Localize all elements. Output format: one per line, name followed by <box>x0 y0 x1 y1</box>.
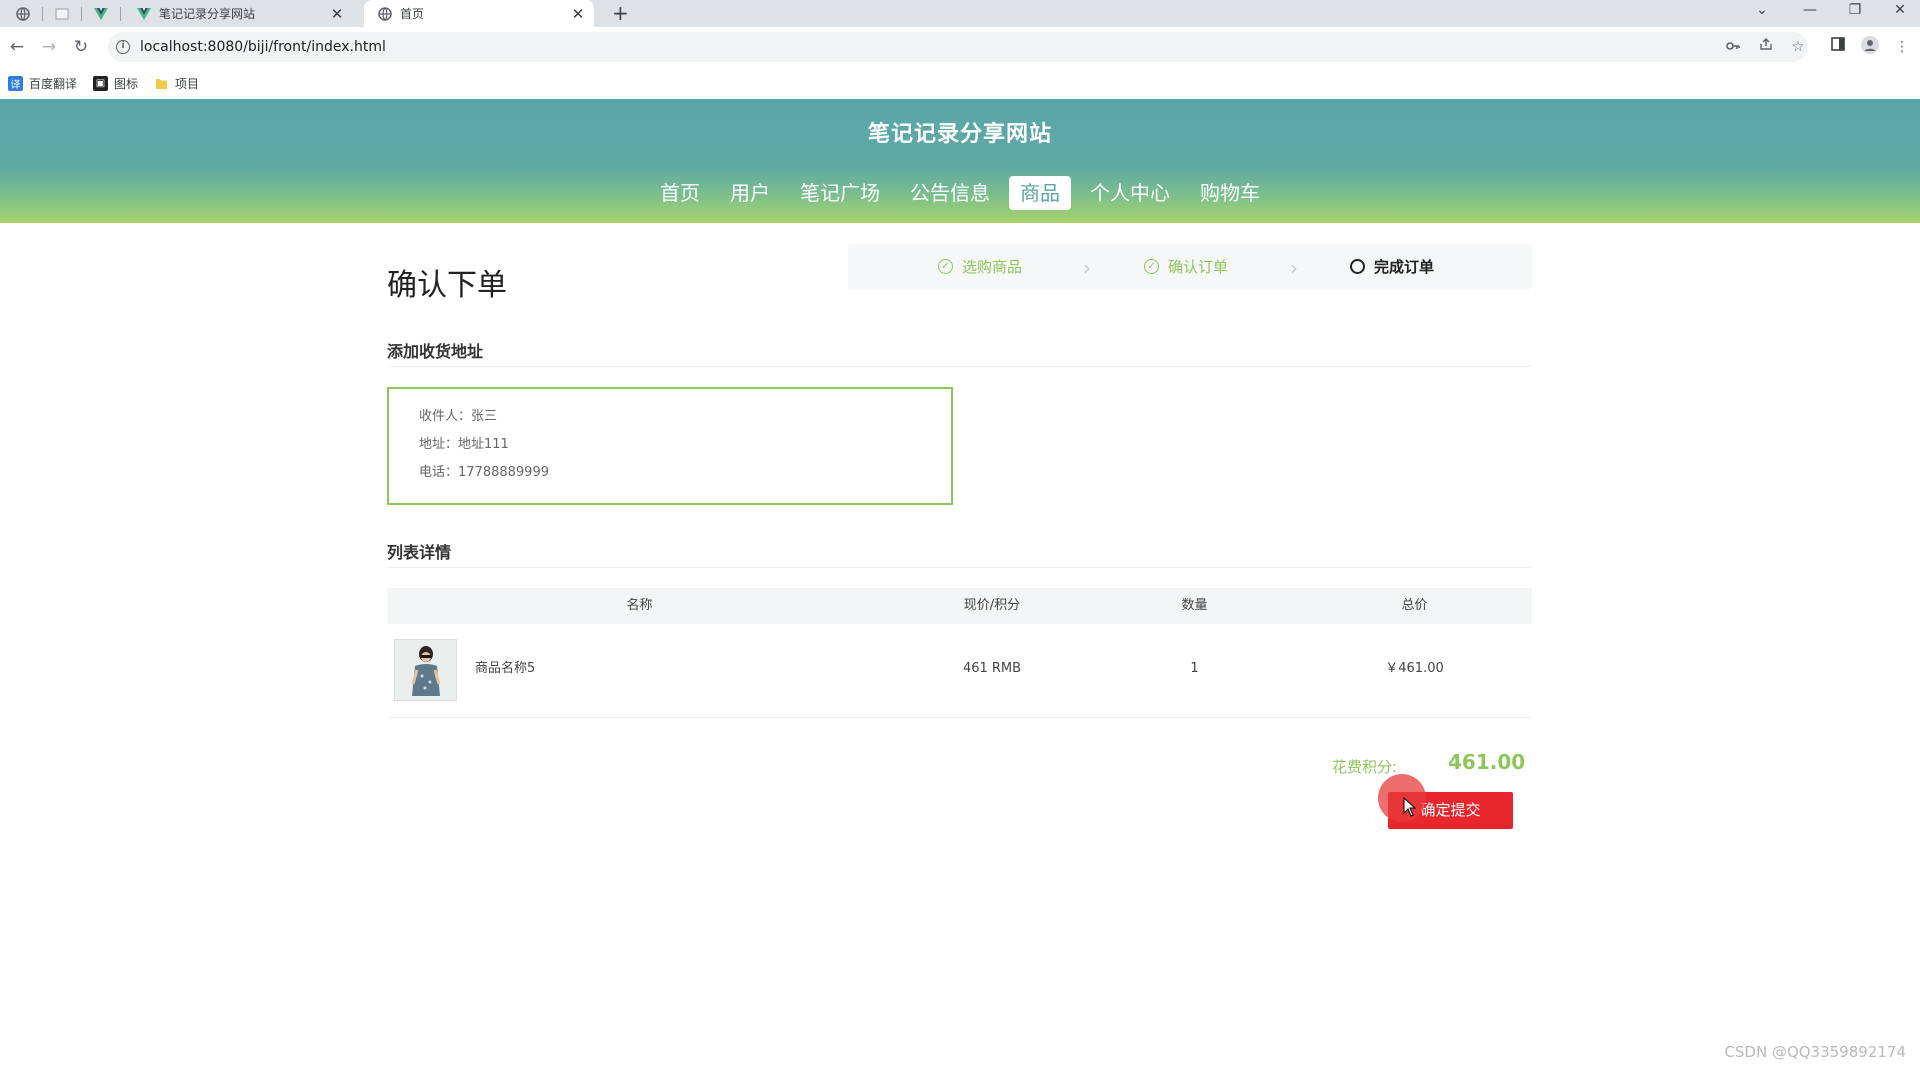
close-tab-icon[interactable]: ✕ <box>568 5 588 23</box>
check-circle-icon: ✓ <box>1144 259 1159 274</box>
bookmark-label: 图标 <box>114 77 139 91</box>
divider <box>387 567 1532 568</box>
phone-line: 电话：17788889999 <box>419 465 549 480</box>
order-steps: ✓ 选购商品 › ✓ 确认订单 › 完成订单 <box>848 244 1532 289</box>
recipient-line: 收件人：张三 <box>419 409 498 424</box>
nav-announcements[interactable]: 公告信息 <box>899 176 1001 210</box>
step-select-products: ✓ 选购商品 <box>938 244 1022 289</box>
spend-points-value: 461.00 <box>1448 750 1526 774</box>
main-nav: 首页 用户 笔记广场 公告信息 商品 个人中心 购物车 <box>0 176 1920 210</box>
divider <box>387 366 1532 367</box>
key-icon[interactable] <box>1722 36 1744 58</box>
product-thumbnail[interactable] <box>394 639 457 701</box>
pinned-tab-3[interactable] <box>84 0 118 27</box>
product-price: 461 RMB <box>962 661 1022 676</box>
bookmark-image-icon: ▣ <box>93 76 109 91</box>
empty-circle-icon <box>1350 259 1365 274</box>
tab-notes-site[interactable]: 笔记记录分享网站 ✕ <box>123 0 353 27</box>
chevron-right-icon: › <box>1290 256 1298 280</box>
browser-toolbar: ← → ↻ i localhost:8080/biji/front/index.… <box>0 27 1920 68</box>
table-header: 名称 现价/积分 数量 总价 <box>387 588 1532 624</box>
browser-tab-strip: 笔记记录分享网站 ✕ 首页 ✕ + ⌄ — ❐ ✕ <box>0 0 1920 27</box>
new-tab-button[interactable]: + <box>612 0 629 27</box>
chevron-right-icon: › <box>1083 256 1091 280</box>
site-info-icon[interactable]: i <box>116 40 130 54</box>
bookmark-folder-project[interactable]: 项目 <box>154 75 199 92</box>
close-tab-icon[interactable]: ✕ <box>327 5 347 23</box>
spend-points-label: 花费积分: <box>1332 758 1398 776</box>
tab-search-chevron-icon[interactable]: ⌄ <box>1742 0 1782 22</box>
pinned-tab-1[interactable] <box>6 0 40 27</box>
tab-label: 首页 <box>400 7 425 21</box>
site-header: 笔记记录分享网站 首页 用户 笔记广场 公告信息 商品 个人中心 购物车 <box>0 99 1920 223</box>
vue-logo-icon <box>94 7 108 21</box>
nav-users[interactable]: 用户 <box>719 176 781 210</box>
step-label: 完成订单 <box>1374 258 1435 276</box>
step-label: 选购商品 <box>962 258 1023 276</box>
tab-label: 笔记记录分享网站 <box>159 7 256 21</box>
address-section-title: 添加收货地址 <box>387 342 484 361</box>
col-price: 现价/积分 <box>963 598 1021 613</box>
translate-icon: 译 <box>8 76 23 91</box>
list-section-title: 列表详情 <box>387 543 452 562</box>
profile-avatar-icon[interactable] <box>1859 36 1881 58</box>
bookmark-icons[interactable]: ▣ 图标 <box>93 75 138 92</box>
vue-logo-icon <box>137 7 151 21</box>
click-highlight <box>1378 774 1426 822</box>
bookmark-star-icon[interactable]: ☆ <box>1787 36 1809 58</box>
browser-menu-icon[interactable]: ⋮ <box>1891 36 1913 58</box>
close-window-icon[interactable]: ✕ <box>1880 0 1920 22</box>
bookmark-label: 百度翻译 <box>29 77 78 91</box>
pinned-tab-2[interactable] <box>45 0 79 27</box>
watermark: CSDN @QQ3359892174 <box>1724 1043 1906 1061</box>
nav-notes-square[interactable]: 笔记广场 <box>789 176 891 210</box>
forward-arrow-icon[interactable]: → <box>38 36 60 58</box>
nav-personal-center[interactable]: 个人中心 <box>1079 176 1181 210</box>
product-total: ￥461.00 <box>1385 661 1444 676</box>
col-quantity: 数量 <box>1181 598 1208 613</box>
folder-icon <box>154 76 169 91</box>
globe-icon <box>378 6 392 21</box>
col-total: 总价 <box>1401 598 1428 613</box>
product-quantity: 1 <box>1190 661 1199 676</box>
side-panel-icon[interactable] <box>1827 36 1849 58</box>
step-label: 确认订单 <box>1168 258 1229 276</box>
col-name: 名称 <box>626 598 653 613</box>
reload-icon[interactable]: ↻ <box>70 36 92 58</box>
url-text: localhost:8080/biji/front/index.html <box>140 39 386 55</box>
bookmark-label: 项目 <box>175 77 200 91</box>
bookmark-baidu-translate[interactable]: 译 百度翻译 <box>8 75 77 92</box>
bookmarks-bar: 译 百度翻译 ▣ 图标 项目 <box>0 68 1920 99</box>
address-bar[interactable]: i localhost:8080/biji/front/index.html <box>108 32 1808 62</box>
check-circle-icon: ✓ <box>938 259 953 274</box>
share-icon[interactable] <box>1755 36 1777 58</box>
nav-cart[interactable]: 购物车 <box>1189 176 1271 210</box>
minimize-window-icon[interactable]: — <box>1790 0 1830 22</box>
nav-home[interactable]: 首页 <box>649 176 711 210</box>
step-confirm-order: ✓ 确认订单 <box>1144 244 1228 289</box>
back-arrow-icon[interactable]: ← <box>6 36 28 58</box>
table-row: 商品名称5 461 RMB 1 ￥461.00 <box>387 632 1532 718</box>
address-line: 地址：地址111 <box>419 437 509 452</box>
globe-icon <box>16 6 30 21</box>
site-title: 笔记记录分享网站 <box>867 122 1052 147</box>
address-card[interactable]: 收件人：张三 地址：地址111 电话：17788889999 <box>387 387 953 505</box>
product-name[interactable]: 商品名称5 <box>475 656 535 682</box>
nav-products[interactable]: 商品 <box>1009 176 1071 210</box>
blank-page-icon <box>55 7 69 21</box>
tab-home[interactable]: 首页 ✕ <box>364 0 594 27</box>
step-complete-order: 完成订单 <box>1350 244 1434 289</box>
page-title: 确认下单 <box>387 268 507 303</box>
restore-window-icon[interactable]: ❐ <box>1835 0 1875 22</box>
